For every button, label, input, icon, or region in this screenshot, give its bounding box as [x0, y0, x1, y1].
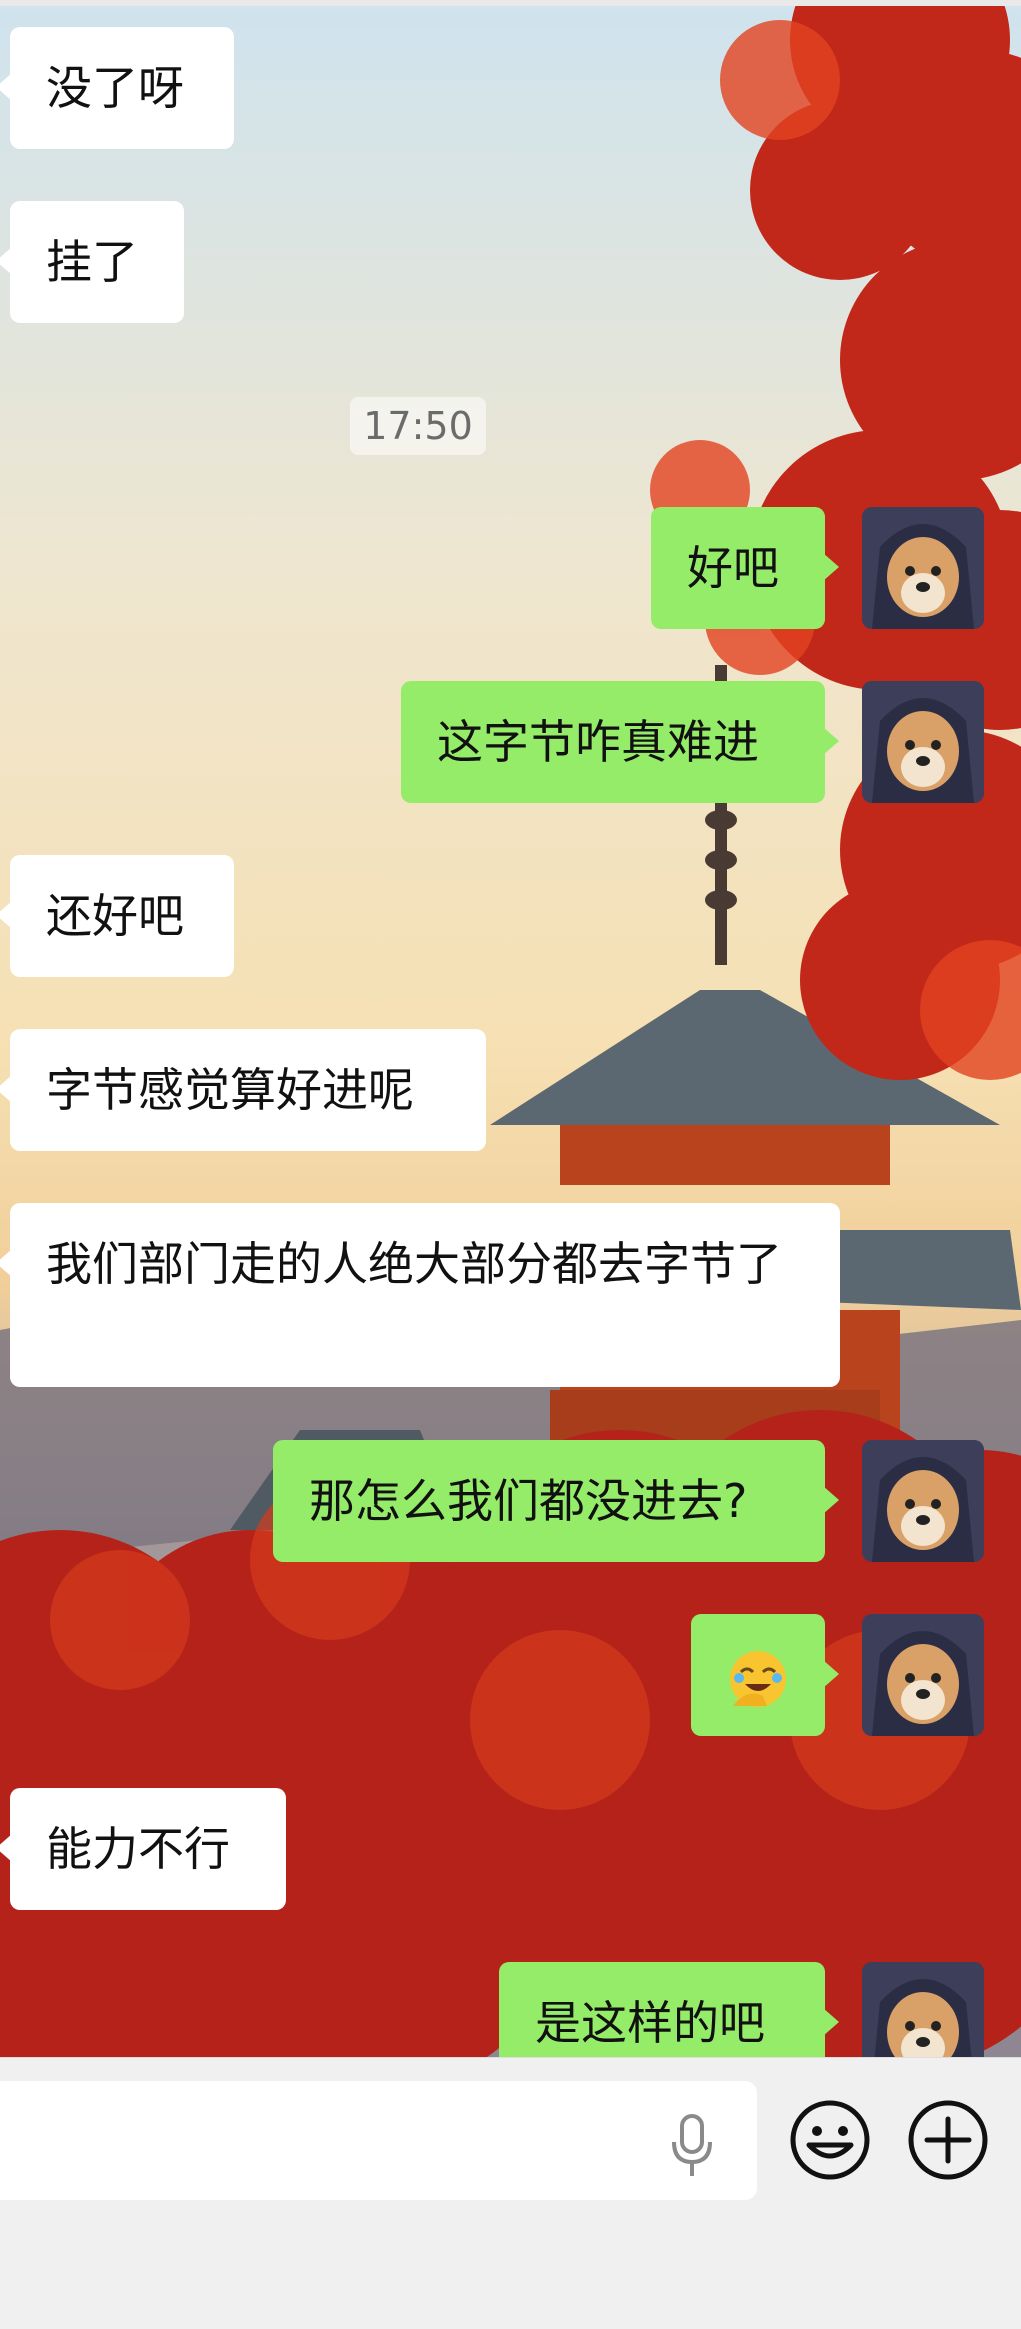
avatar[interactable] — [862, 507, 984, 629]
message-bubble-outgoing[interactable]: 好吧 — [651, 507, 839, 629]
message-text: 没了呀 — [46, 61, 184, 115]
avatar[interactable] — [862, 681, 984, 803]
plus-circle-icon[interactable] — [907, 2099, 989, 2181]
message-input[interactable] — [0, 2081, 757, 2200]
avatar[interactable] — [862, 1440, 984, 1562]
dog-avatar-icon — [862, 507, 984, 629]
message-text: 字节感觉算好进呢 — [46, 1063, 414, 1117]
smiley-face-icon[interactable] — [789, 2099, 871, 2181]
facepalm-laughing-emoji-icon — [730, 1650, 786, 1707]
message-text: 挂了 — [46, 235, 138, 289]
message-bubble-incoming[interactable]: 还好吧 — [0, 855, 234, 977]
message-text: 我们部门走的人绝大部分都去字节了 — [46, 1237, 782, 1291]
message-bubble-incoming[interactable]: 我们部门走的人绝大部分都去字节了 — [0, 1203, 840, 1387]
message-bubble-incoming[interactable]: 能力不行 — [0, 1788, 286, 1910]
message-text: 能力不行 — [46, 1822, 230, 1876]
dog-avatar-icon — [862, 1440, 984, 1562]
message-bubble-incoming[interactable]: 没了呀 — [0, 27, 234, 149]
message-text: 那怎么我们都没进去? — [309, 1474, 748, 1528]
timestamp: 17:50 — [350, 397, 486, 455]
message-text: 这字节咋真难进 — [437, 715, 759, 769]
message-text: 还好吧 — [46, 889, 184, 943]
message-bubble-outgoing[interactable] — [691, 1614, 839, 1736]
message-bubble-outgoing[interactable]: 那怎么我们都没进去? — [273, 1440, 839, 1562]
avatar[interactable] — [862, 1614, 984, 1736]
message-text: 是这样的吧 — [535, 1996, 765, 2050]
microphone-icon[interactable] — [668, 2112, 716, 2180]
dog-avatar-icon — [862, 681, 984, 803]
message-text: 好吧 — [687, 541, 779, 595]
message-bubble-incoming[interactable]: 字节感觉算好进呢 — [0, 1029, 486, 1151]
message-bubble-incoming[interactable]: 挂了 — [0, 201, 184, 323]
message-bubble-outgoing[interactable]: 这字节咋真难进 — [401, 681, 839, 803]
dog-avatar-icon — [862, 1614, 984, 1736]
